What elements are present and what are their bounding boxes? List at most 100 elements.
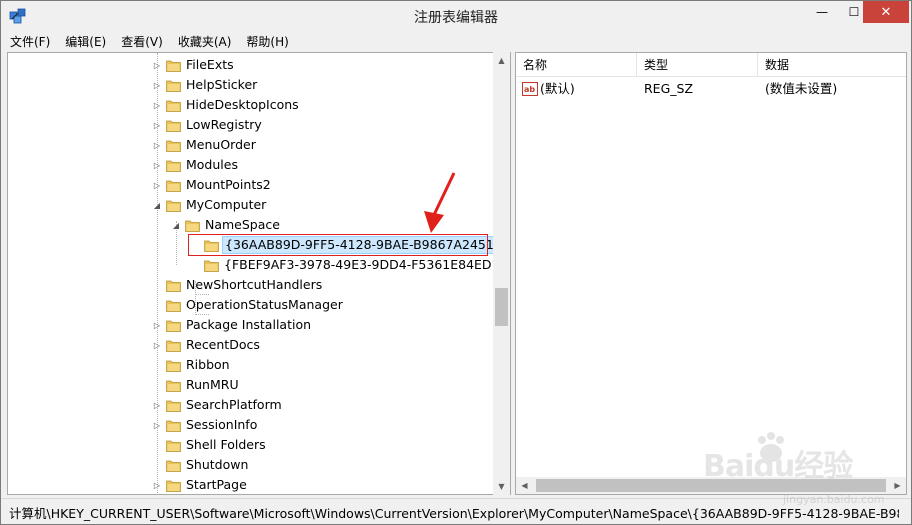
value-type: REG_SZ: [644, 81, 694, 96]
menu-file[interactable]: 文件(F): [1, 31, 56, 52]
collapse-arrow-icon[interactable]: ◢: [152, 200, 162, 210]
window-title: 注册表编辑器: [414, 10, 498, 26]
folder-icon: [166, 440, 181, 452]
folder-icon: [166, 120, 181, 132]
tree-item-label: LowRegistry: [186, 117, 262, 132]
collapse-arrow-icon[interactable]: ◢: [171, 220, 181, 230]
regedit-window: 注册表编辑器 — ☐ ✕ 文件(F) 编辑(E) 查看(V) 收藏夹(A) 帮助…: [0, 0, 912, 525]
tree-item[interactable]: ▷ SessionInfo: [8, 415, 488, 435]
value-name: (默认): [540, 81, 575, 96]
tree-item[interactable]: ▷ Package Installation: [8, 315, 488, 335]
tree-item-label: Shell Folders: [186, 437, 266, 452]
minimize-button[interactable]: —: [807, 1, 837, 23]
tree-item[interactable]: Shell Folders: [8, 435, 488, 455]
expand-arrow-icon[interactable]: ▷: [152, 100, 162, 110]
menu-help[interactable]: 帮助(H): [237, 31, 294, 52]
tree-item-label: MyComputer: [186, 197, 267, 212]
expand-arrow-icon[interactable]: ▷: [152, 80, 162, 90]
scroll-up-arrow-icon[interactable]: ▲: [493, 52, 510, 69]
status-bar: 计算机\HKEY_CURRENT_USER\Software\Microsoft…: [1, 498, 911, 524]
horizontal-scroll-thumb[interactable]: [536, 479, 886, 492]
folder-icon: [185, 220, 200, 232]
tree-item[interactable]: ▷ LowRegistry: [8, 115, 488, 135]
tree-item[interactable]: ▷ SearchPlatform: [8, 395, 488, 415]
tree-item-label: SessionInfo: [186, 417, 258, 432]
folder-icon: [166, 60, 181, 72]
folder-icon: [166, 180, 181, 192]
tree-item-label: Shutdown: [186, 457, 249, 472]
tree-item[interactable]: ▷ FileExts: [8, 55, 488, 75]
tree-item[interactable]: ▷ MenuOrder: [8, 135, 488, 155]
folder-icon: [166, 160, 181, 172]
folder-icon: [166, 100, 181, 112]
column-data-header[interactable]: 数据: [758, 53, 906, 76]
scroll-thumb[interactable]: [495, 288, 508, 326]
tree-item[interactable]: Ribbon: [8, 355, 488, 375]
values-list[interactable]: 名称 类型 数据 ab (默认) REG_SZ (数值未设置): [515, 52, 907, 495]
string-value-icon: ab: [522, 82, 538, 96]
tree-item-label: Modules: [186, 157, 238, 172]
tree-item[interactable]: ▷ RecentDocs: [8, 335, 488, 355]
registry-tree[interactable]: ▷ FileExts ▷ HelpSticker ▷ HideDesktopIcons ▷ L…: [7, 52, 511, 495]
tree-item-label: MenuOrder: [186, 137, 256, 152]
folder-icon: [166, 340, 181, 352]
expand-arrow-icon[interactable]: ▷: [152, 120, 162, 130]
expand-arrow-icon[interactable]: ▷: [152, 480, 162, 490]
close-button[interactable]: ✕: [863, 1, 909, 23]
list-horizontal-scrollbar[interactable]: ◀ ▶: [516, 477, 906, 494]
expand-arrow-icon[interactable]: ▷: [152, 180, 162, 190]
folder-icon: [166, 380, 181, 392]
registry-path: 计算机\HKEY_CURRENT_USER\Software\Microsoft…: [9, 506, 899, 521]
annotation-arrow-icon: [424, 172, 456, 233]
expand-arrow-icon[interactable]: ▷: [152, 140, 162, 150]
column-type-header[interactable]: 类型: [637, 53, 758, 76]
folder-icon: [166, 320, 181, 332]
expand-arrow-icon[interactable]: ▷: [152, 420, 162, 430]
expand-arrow-icon[interactable]: ▷: [152, 320, 162, 330]
tree-item[interactable]: ▷ HelpSticker: [8, 75, 488, 95]
menu-edit[interactable]: 编辑(E): [56, 31, 112, 52]
folder-icon: [166, 420, 181, 432]
scroll-down-arrow-icon[interactable]: ▼: [493, 478, 510, 495]
scroll-left-arrow-icon[interactable]: ◀: [516, 477, 533, 494]
folder-icon: [166, 360, 181, 372]
tree-item-label: HelpSticker: [186, 77, 258, 92]
tree-item[interactable]: ▷ HideDesktopIcons: [8, 95, 488, 115]
menu-favorites[interactable]: 收藏夹(A): [169, 31, 238, 52]
svg-text:ab: ab: [524, 85, 535, 94]
tree-item[interactable]: ▷ StartPage: [8, 475, 488, 494]
menu-view[interactable]: 查看(V): [112, 31, 169, 52]
tree-vertical-scrollbar[interactable]: ▲ ▼: [493, 52, 510, 495]
expand-arrow-icon[interactable]: ▷: [152, 400, 162, 410]
tree-item-label: OperationStatusManager: [186, 297, 343, 312]
column-name-header[interactable]: 名称: [516, 53, 637, 76]
title-bar[interactable]: 注册表编辑器 — ☐ ✕: [1, 1, 911, 31]
folder-icon: [166, 280, 181, 292]
tree-item[interactable]: NewShortcutHandlers: [8, 275, 488, 295]
list-header: 名称 类型 数据: [516, 53, 906, 77]
tree-item-label: MountPoints2: [186, 177, 271, 192]
folder-icon: [166, 140, 181, 152]
tree-item[interactable]: {FBEF9AF3-3978-49E3-9DD4-F5361E84ED14}: [8, 255, 510, 275]
value-data: (数值未设置): [765, 81, 838, 96]
expand-arrow-icon[interactable]: ▷: [152, 60, 162, 70]
tree-item[interactable]: RunMRU: [8, 375, 488, 395]
menu-bar: 文件(F) 编辑(E) 查看(V) 收藏夹(A) 帮助(H): [1, 31, 911, 52]
folder-icon: [166, 400, 181, 412]
tree-item-label: Package Installation: [186, 317, 312, 332]
expand-arrow-icon[interactable]: ▷: [152, 340, 162, 350]
tree-item-label: NewShortcutHandlers: [186, 277, 323, 292]
tree-item[interactable]: OperationStatusManager: [8, 295, 488, 315]
tree-item[interactable]: Shutdown: [8, 455, 488, 475]
tree-item-label: RunMRU: [186, 377, 239, 392]
expand-arrow-icon[interactable]: ▷: [152, 160, 162, 170]
tree-item-label: RecentDocs: [186, 337, 260, 352]
tree-item-label: {FBEF9AF3-3978-49E3-9DD4-F5361E84ED14}: [224, 257, 511, 272]
scroll-right-arrow-icon[interactable]: ▶: [889, 477, 906, 494]
tree-item-label: HideDesktopIcons: [186, 97, 299, 112]
tree-item-label: Ribbon: [186, 357, 230, 372]
list-item[interactable]: ab (默认) REG_SZ (数值未设置): [516, 79, 906, 99]
folder-icon: [166, 300, 181, 312]
folder-icon: [166, 200, 181, 212]
folder-icon: [166, 460, 181, 472]
